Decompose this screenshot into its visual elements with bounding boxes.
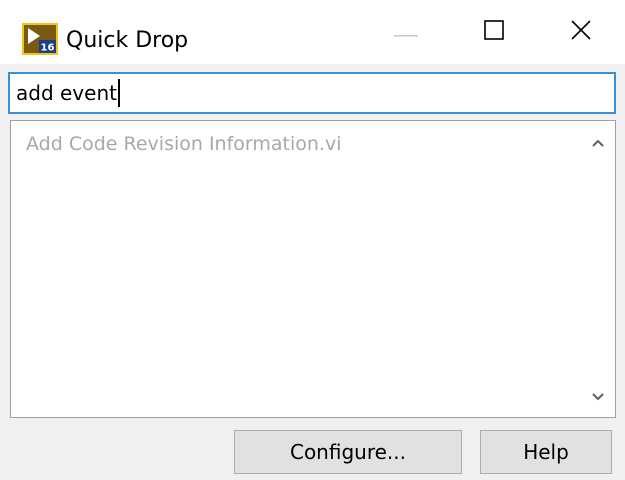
scroll-up-button[interactable]: [581, 121, 615, 163]
chevron-up-icon: [591, 133, 605, 152]
list-item[interactable]: Add Code Revision Information.vi: [26, 131, 342, 157]
close-button[interactable]: [537, 0, 625, 64]
quick-drop-window: 16 Quick Drop add event Add Code Revisio…: [0, 0, 625, 480]
text-caret: [117, 78, 120, 107]
scroll-down-button[interactable]: [581, 375, 615, 417]
vertical-scrollbar[interactable]: [581, 121, 615, 417]
maximize-button[interactable]: [450, 0, 538, 64]
help-button[interactable]: Help: [480, 430, 612, 474]
window-title: Quick Drop: [66, 28, 189, 53]
minimize-button[interactable]: [362, 0, 450, 64]
chevron-down-icon: [591, 387, 605, 406]
configure-button[interactable]: Configure...: [234, 430, 462, 474]
svg-text:16: 16: [41, 43, 55, 54]
search-input[interactable]: add event: [8, 72, 616, 114]
minimize-icon: [394, 23, 418, 42]
labview-vi-icon: 16: [22, 23, 58, 55]
search-input-text: add event: [16, 81, 117, 105]
results-list[interactable]: Add Code Revision Information.vi: [10, 120, 616, 418]
close-icon: [571, 20, 591, 44]
title-bar[interactable]: 16 Quick Drop: [0, 0, 625, 64]
maximize-icon: [484, 20, 504, 44]
